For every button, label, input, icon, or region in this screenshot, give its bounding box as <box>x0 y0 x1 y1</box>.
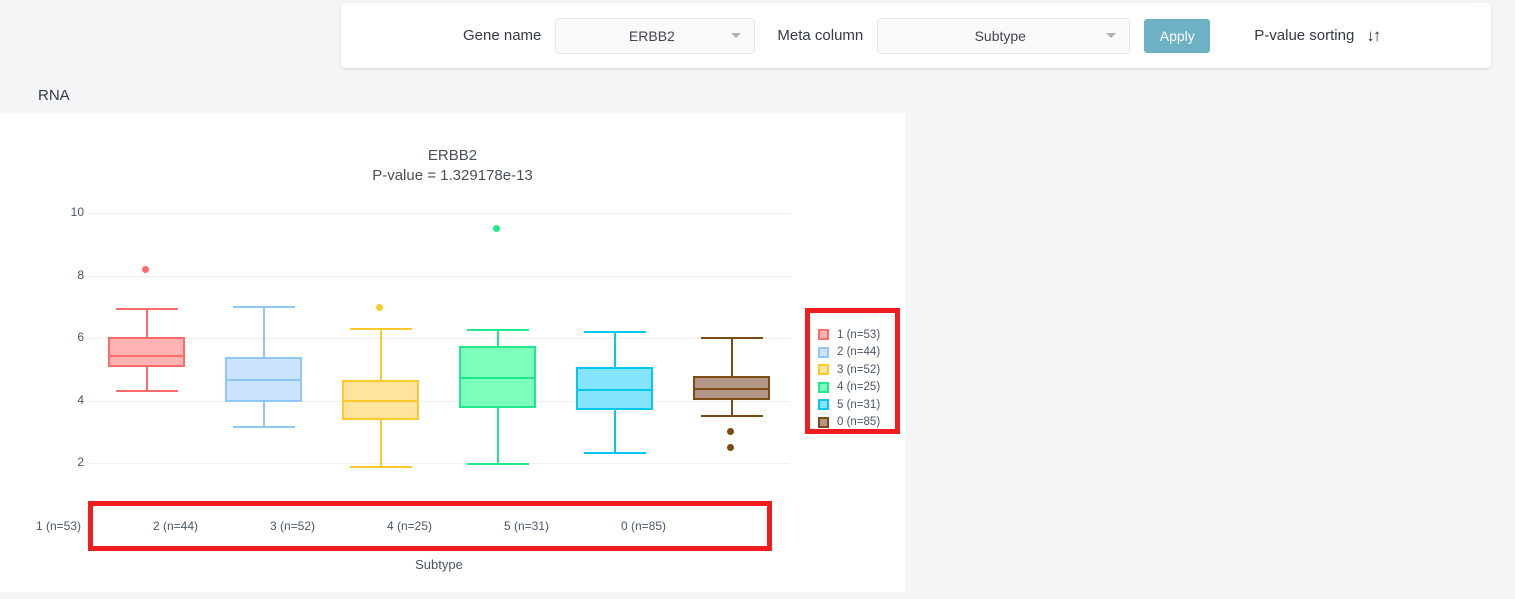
legend-label: 4 (n=25) <box>837 381 881 394</box>
whisker-lower <box>730 399 733 416</box>
outlier-point <box>376 304 383 312</box>
x-axis-tick-label: 2 (n=44) <box>152 519 199 533</box>
median-line <box>693 388 770 390</box>
whisker-upper <box>379 328 382 380</box>
legend-swatch <box>818 346 829 358</box>
legend-label: 2 (n=44) <box>837 346 881 359</box>
legend-label: 5 (n=31) <box>837 398 881 411</box>
median-line <box>342 399 419 402</box>
legend-label: 3 (n=52) <box>837 363 881 376</box>
legend-label: 0 (n=85) <box>837 416 881 429</box>
gene-name-label: Gene name <box>463 27 542 44</box>
y-axis-tick-label: 10 <box>70 205 84 219</box>
chart-subtitle-pvalue: P-value = 1.329178e-13 <box>372 167 533 184</box>
plot-area: 2 4 6 8 10 <box>71 205 790 501</box>
legend-swatch <box>818 416 829 428</box>
chevron-down-icon <box>731 33 742 38</box>
whisker-lower <box>262 402 265 426</box>
apply-button[interactable]: Apply <box>1144 18 1211 53</box>
boxplot-group[interactable] <box>556 213 673 501</box>
whisker-cap-lower <box>700 415 763 418</box>
legend-swatch <box>818 399 829 411</box>
median-line <box>108 354 185 357</box>
boxplot-chart-panel: ERBB2 P-value = 1.329178e-13 2 4 6 8 10 1 (n… <box>0 113 905 592</box>
whisker-cap-lower <box>232 425 295 428</box>
x-axis-tick-label: 0 (n=85) <box>620 519 667 533</box>
median-line <box>576 388 653 391</box>
chart-title: ERBB2 P-value = 1.329178e-13 <box>0 146 905 186</box>
whisker-upper <box>730 337 733 376</box>
legend-item[interactable]: 0 (n=85) <box>818 414 880 432</box>
x-axis-labels: 1 (n=53) 2 (n=44) 3 (n=52) 4 (n=25) 5 (n=31)… <box>0 501 702 551</box>
whisker-cap-upper <box>466 328 529 331</box>
whisker-lower <box>379 419 382 467</box>
legend-swatch <box>818 381 829 393</box>
whisker-cap-lower <box>115 390 178 393</box>
boxplot-group[interactable] <box>88 213 205 501</box>
median-line <box>225 378 302 381</box>
legend-item[interactable]: 2 (n=44) <box>818 344 880 362</box>
legend-item[interactable]: 1 (n=53) <box>818 326 880 344</box>
legend-label: 1 (n=53) <box>837 328 881 341</box>
x-axis-tick-label: 4 (n=25) <box>386 519 433 533</box>
legend-swatch <box>818 364 829 376</box>
meta-column-label: Meta column <box>777 27 864 44</box>
whisker-lower <box>613 409 616 453</box>
gene-name-select-value: ERBB2 <box>628 27 675 44</box>
chevron-down-icon <box>1106 33 1117 38</box>
whisker-cap-upper <box>349 328 412 330</box>
meta-column-select-value: Subtype <box>974 27 1026 44</box>
whisker-upper <box>145 308 148 338</box>
x-axis-tick-label: 3 (n=52) <box>269 519 316 533</box>
meta-column-select[interactable]: Subtype <box>877 17 1131 54</box>
outlier-point <box>727 427 734 435</box>
sort-arrows-icon[interactable]: ↓↑ <box>1366 26 1381 46</box>
legend-swatch <box>818 329 829 341</box>
pvalue-sorting-label: P-value sorting <box>1254 27 1355 44</box>
x-axis-title: Subtype <box>415 557 463 572</box>
whisker-cap-upper <box>232 306 295 309</box>
chart-title-gene: ERBB2 <box>427 147 478 164</box>
x-axis-tick-label: 1 (n=53) <box>35 519 82 533</box>
outlier-point <box>493 225 500 232</box>
legend-item[interactable]: 5 (n=31) <box>818 396 880 414</box>
whisker-cap-upper <box>583 331 646 334</box>
filter-toolbar: Gene name ERBB2 Meta column Subtype Appl… <box>341 3 1491 68</box>
y-axis-tick-label: 8 <box>77 267 84 282</box>
whisker-cap-lower <box>466 463 529 465</box>
y-axis-tick-label: 4 <box>77 392 84 407</box>
whisker-upper <box>613 331 616 368</box>
whisker-upper <box>496 328 499 347</box>
outlier-point <box>142 265 149 273</box>
boxplot-group[interactable] <box>439 213 556 501</box>
y-axis-tick-label: 2 <box>77 455 84 469</box>
legend-items: 1 (n=53) 2 (n=44) 3 (n=52) 4 (n=25) 5 (n=31)… <box>818 326 880 431</box>
section-title-rna: RNA <box>38 87 70 104</box>
whisker-lower <box>496 408 499 463</box>
whisker-cap-lower <box>583 452 646 455</box>
outlier-point <box>727 443 734 451</box>
legend: 1 (n=53) 2 (n=44) 3 (n=52) 4 (n=25) 5 (n=31)… <box>805 308 900 434</box>
whisker-cap-upper <box>700 337 763 340</box>
boxplot-group[interactable] <box>205 213 322 501</box>
whisker-upper <box>262 306 265 358</box>
x-axis-tick-label: 5 (n=31) <box>503 519 550 533</box>
whisker-cap-lower <box>349 466 412 469</box>
legend-item[interactable]: 3 (n=52) <box>818 361 880 379</box>
y-axis-tick-label: 6 <box>77 330 84 344</box>
median-line <box>459 377 536 380</box>
boxplot-group[interactable] <box>673 213 790 501</box>
whisker-cap-upper <box>115 308 178 310</box>
gene-name-select[interactable]: ERBB2 <box>555 17 756 54</box>
box-iqr <box>108 337 185 367</box>
legend-item[interactable]: 4 (n=25) <box>818 379 880 397</box>
whisker-lower <box>145 366 148 391</box>
boxplot-group[interactable] <box>322 213 439 501</box>
